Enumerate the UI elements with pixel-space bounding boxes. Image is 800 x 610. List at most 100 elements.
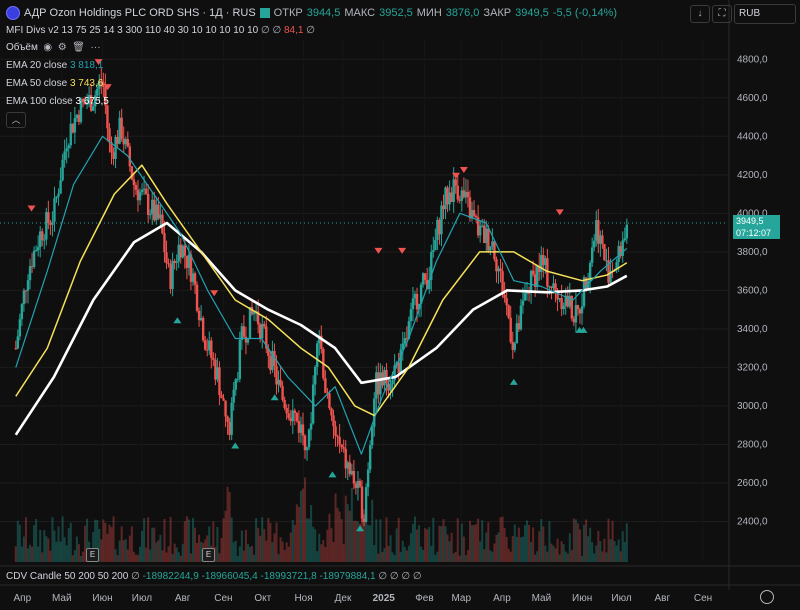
- volume-bar: [251, 545, 254, 562]
- volume-bar: [263, 529, 266, 562]
- volume-bar: [434, 554, 437, 562]
- collapse-legend-icon[interactable]: ︿: [6, 112, 26, 128]
- volume-bar: [481, 520, 484, 562]
- x-tick-label: Апр: [493, 593, 511, 604]
- volume-bar: [338, 511, 341, 562]
- symbol-title[interactable]: АДР Ozon Holdings PLC ORD SHS · 1Д · RUS: [24, 7, 256, 19]
- volume-bar: [149, 549, 152, 562]
- volume-bar: [26, 548, 29, 562]
- candle-body: [144, 188, 148, 195]
- currency-selector[interactable]: RUB: [734, 4, 796, 24]
- volume-bar: [548, 521, 551, 562]
- more-icon[interactable]: ···: [88, 42, 101, 53]
- volume-bar: [279, 537, 282, 562]
- candle-body: [434, 239, 437, 251]
- volume-bar: [583, 524, 586, 562]
- eye-icon[interactable]: ◉: [41, 42, 52, 53]
- volume-bar: [483, 549, 486, 562]
- volume-bar: [220, 537, 223, 562]
- ema20-row[interactable]: EMA 20 close 3 818,1: [6, 60, 103, 71]
- x-tick-label: Сен: [694, 593, 712, 604]
- volume-bar: [403, 546, 406, 562]
- volume-bar: [108, 524, 111, 562]
- x-tick-label: Июл: [132, 593, 152, 604]
- candle-body: [55, 196, 58, 199]
- x-tick-label: Апр: [14, 593, 32, 604]
- volume-bar: [560, 541, 563, 562]
- ema50-row[interactable]: EMA 50 close 3 743,6: [6, 78, 103, 89]
- ema20-label: EMA 20 close: [6, 60, 68, 71]
- volume-bar: [411, 523, 414, 562]
- volume-bar: [373, 545, 376, 562]
- volume-bar: [589, 527, 592, 562]
- fullscreen-icon[interactable]: ⛶: [712, 5, 732, 23]
- price-chart[interactable]: 4800,04600,04400,04200,04000,03800,03600…: [0, 0, 800, 610]
- x-tick-label: 2025: [373, 593, 396, 604]
- arrow-down-icon[interactable]: ↓: [690, 5, 710, 23]
- y-tick-label: 3000,0: [737, 401, 768, 412]
- candle-body: [252, 312, 256, 315]
- volume-bar: [175, 547, 178, 562]
- ema100-row[interactable]: EMA 100 close 3 675,5: [6, 96, 109, 107]
- change-value: -5,5 (-0,14%): [552, 7, 618, 19]
- volume-bar: [523, 525, 526, 562]
- candle-body: [132, 179, 136, 186]
- settings-icon[interactable]: ⚙: [55, 42, 67, 53]
- candle-body: [505, 298, 508, 306]
- cdv-open: -18982244,9: [142, 571, 199, 582]
- volume-bar: [14, 546, 17, 562]
- volume-bar: [255, 518, 258, 562]
- volume-bar: [468, 520, 471, 562]
- x-tick-label: Май: [52, 593, 72, 604]
- candle-body: [328, 393, 331, 409]
- candle-body: [342, 447, 345, 449]
- candle-body: [96, 88, 99, 96]
- candle-body: [621, 240, 624, 256]
- volume-bar: [53, 530, 56, 562]
- candle-body: [489, 246, 492, 251]
- volume-bar: [501, 516, 504, 562]
- volume-bar: [544, 545, 547, 562]
- settings-gear-icon[interactable]: [760, 590, 774, 604]
- volume-bar: [605, 552, 608, 562]
- candle-body: [67, 145, 70, 149]
- volume-bar: [566, 553, 569, 562]
- candle-body: [293, 410, 297, 413]
- volume-bar: [37, 546, 40, 562]
- mfi-indicator-row[interactable]: MFI Divs v2 13 75 25 14 3 300 110 40 30 …: [6, 25, 315, 36]
- volume-bar: [401, 540, 404, 562]
- volume-bar: [326, 529, 329, 562]
- volume-bar: [363, 509, 366, 562]
- volume-bar: [59, 541, 62, 562]
- cdv-indicator-row[interactable]: CDV Candle 50 200 50 200 ∅ -18982244,9 -…: [6, 571, 422, 582]
- volume-indicator-row[interactable]: Объём ◉ ⚙ 🗑 ···: [6, 42, 101, 53]
- volume-bar: [428, 527, 431, 562]
- candle-body: [16, 336, 20, 349]
- candle-body: [36, 247, 40, 251]
- high-label: МАКС: [344, 7, 376, 19]
- candle-body: [232, 389, 235, 403]
- candle-body: [26, 280, 30, 291]
- y-tick-label: 3200,0: [737, 362, 768, 373]
- last-price-tag: 3949,5: [733, 215, 780, 227]
- earnings-icon[interactable]: E: [86, 548, 99, 562]
- volume-bar: [159, 534, 162, 562]
- candle-body: [330, 408, 333, 416]
- candle-body: [230, 402, 233, 435]
- volume-bar: [124, 539, 127, 562]
- countdown-tag: 07:12:07: [733, 227, 780, 239]
- chart-header: АДР Ozon Holdings PLC ORD SHS · 1Д · RUS…: [6, 6, 617, 20]
- volume-bar: [67, 528, 70, 562]
- cdv-low: -18993721,8: [260, 571, 317, 582]
- trash-icon[interactable]: 🗑: [69, 42, 85, 53]
- volume-bar: [473, 525, 476, 562]
- volume-bar: [367, 524, 370, 562]
- volume-bar: [16, 520, 19, 562]
- candle-body: [175, 261, 178, 263]
- volume-bar: [134, 554, 137, 562]
- volume-bar: [29, 544, 32, 562]
- volume-bar: [513, 524, 516, 562]
- earnings-icon[interactable]: E: [202, 548, 215, 562]
- candle-body: [623, 238, 626, 241]
- volume-bar: [295, 504, 298, 562]
